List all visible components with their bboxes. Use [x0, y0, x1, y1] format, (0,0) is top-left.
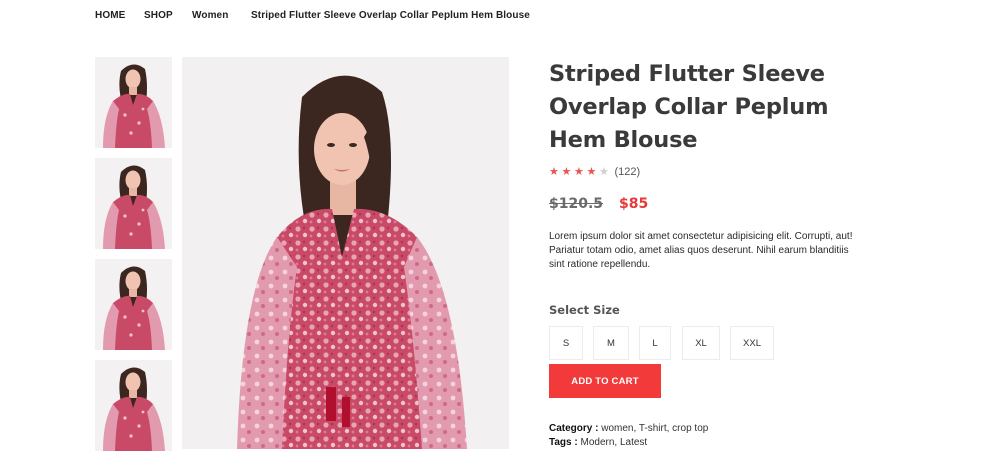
product-description: Lorem ipsum dolor sit amet consectetur a…	[549, 231, 853, 270]
star-icon: ★	[549, 166, 559, 178]
star-icon: ★	[561, 166, 572, 178]
product-thumbnail[interactable]	[95, 158, 172, 249]
product-info: Striped Flutter Sleeve Overlap Collar Pe…	[549, 58, 889, 450]
product-meta: Category : women, T-shirt, crop top Tags…	[549, 422, 889, 450]
breadcrumb-shop[interactable]: SHOP	[144, 10, 192, 21]
size-option-l[interactable]: L	[639, 326, 671, 360]
sale-price: $85	[619, 196, 649, 212]
size-option-xxl[interactable]: XXL	[730, 326, 774, 360]
category-label: Category :	[549, 423, 602, 434]
size-selector: S M L XL XXL	[549, 326, 889, 360]
size-option-xl[interactable]: XL	[682, 326, 720, 360]
add-to-cart-button[interactable]: ADD TO CART	[549, 364, 661, 398]
product-photo	[182, 57, 509, 449]
original-price: $120.5	[549, 196, 604, 212]
category-row: Category : women, T-shirt, crop top	[549, 422, 889, 436]
product-main-image[interactable]	[182, 57, 509, 449]
star-icon: ★	[574, 166, 584, 178]
size-option-s[interactable]: S	[549, 326, 583, 360]
tags-value[interactable]: Modern, Latest	[580, 437, 647, 448]
product-thumbnail[interactable]	[95, 57, 172, 148]
breadcrumb: HOME SHOP Women Striped Flutter Sleeve O…	[95, 10, 530, 21]
size-label: Select Size	[549, 303, 620, 317]
product-photo-thumbnail	[95, 57, 172, 148]
review-count[interactable]: (122)	[615, 166, 641, 178]
price-block: $120.5 $85	[549, 196, 889, 212]
breadcrumb-women[interactable]: Women	[192, 10, 251, 21]
size-option-m[interactable]: M	[593, 326, 629, 360]
breadcrumb-home[interactable]: HOME	[95, 10, 144, 21]
product-thumbnail[interactable]	[95, 360, 172, 451]
star-empty-icon: ★	[599, 166, 609, 178]
product-photo-thumbnail	[95, 360, 172, 451]
tags-row: Tags : Modern, Latest	[549, 436, 889, 450]
thumbnail-gallery	[95, 57, 172, 461]
product-rating: ★ ★ ★ ★ ★ (122)	[549, 166, 889, 178]
breadcrumb-current[interactable]: Striped Flutter Sleeve Overlap Collar Pe…	[251, 10, 530, 21]
category-value[interactable]: women, T-shirt, crop top	[601, 423, 708, 434]
tags-label: Tags :	[549, 437, 581, 448]
star-icon: ★	[586, 166, 597, 178]
product-photo-thumbnail	[95, 259, 172, 350]
product-photo-thumbnail	[95, 158, 172, 249]
product-thumbnail[interactable]	[95, 259, 172, 350]
product-title: Striped Flutter Sleeve Overlap Collar Pe…	[549, 61, 829, 153]
